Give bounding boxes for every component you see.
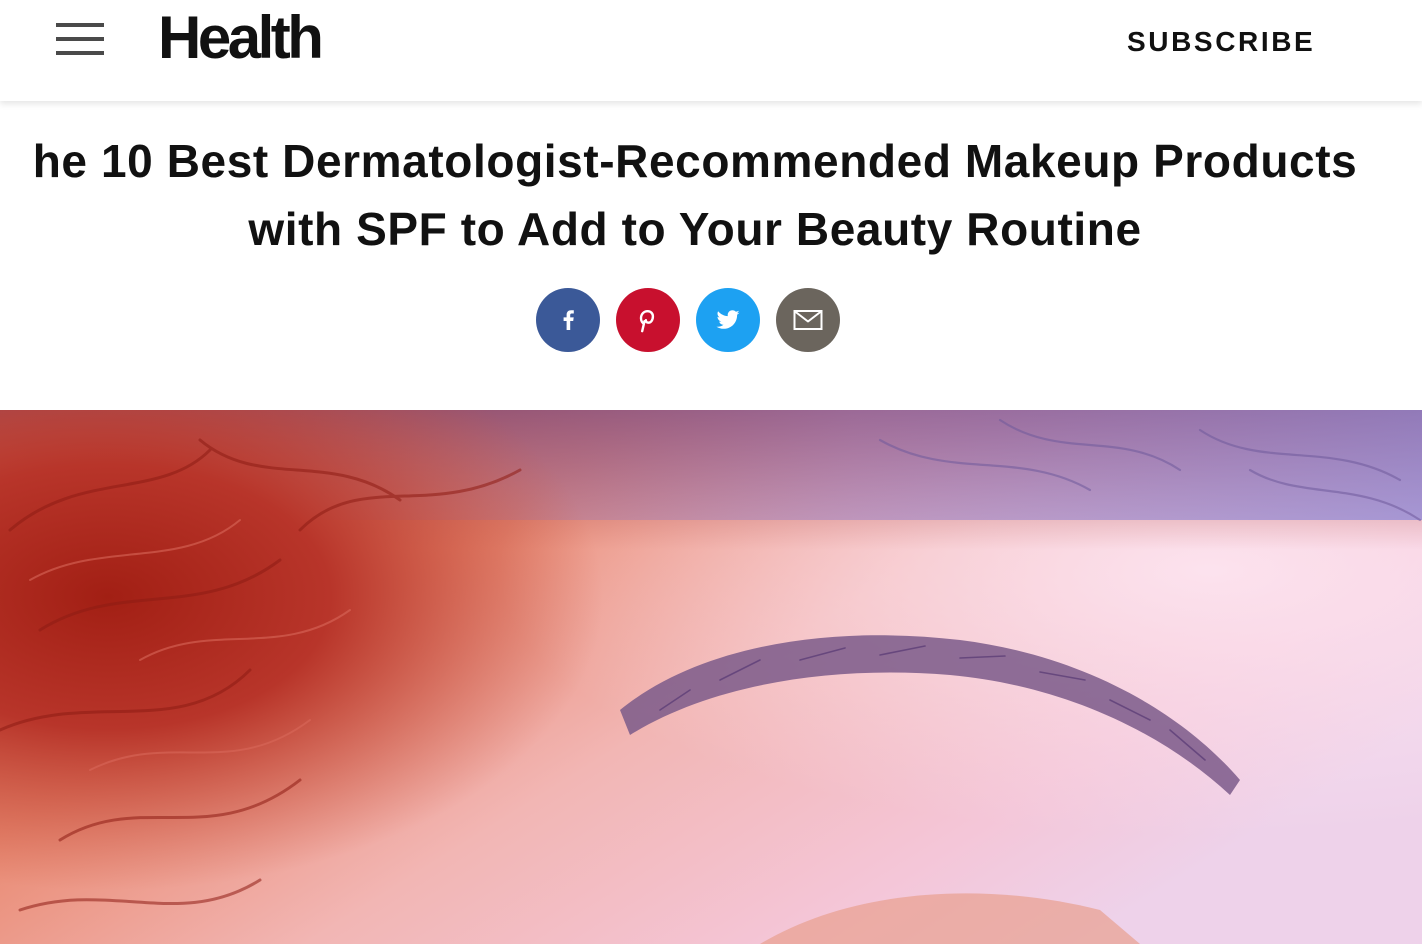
hero-photo: [0, 410, 1422, 944]
facebook-share-button[interactable]: [536, 288, 600, 352]
twitter-icon: [696, 288, 760, 352]
pinterest-share-button[interactable]: [616, 288, 680, 352]
hero-image: [0, 410, 1422, 944]
site-header: Health SUBSCRIBE: [0, 0, 1422, 101]
twitter-share-button[interactable]: [696, 288, 760, 352]
menu-bar: [56, 51, 104, 55]
article-title: he 10 Best Dermatologist-Recommended Mak…: [0, 127, 1409, 263]
menu-bar: [56, 23, 104, 27]
email-icon: [776, 288, 840, 352]
subscribe-button[interactable]: SUBSCRIBE: [1127, 27, 1315, 57]
facebook-icon: [536, 288, 600, 352]
hamburger-menu-icon[interactable]: [56, 23, 104, 55]
email-share-button[interactable]: [776, 288, 840, 352]
site-logo[interactable]: Health: [158, 6, 324, 70]
article-title-line-1: he 10 Best Dermatologist-Recommended Mak…: [32, 135, 1358, 187]
article-title-line-2: with SPF to Add to Your Beauty Routine: [248, 203, 1142, 255]
pinterest-icon: [616, 288, 680, 352]
share-bar: [536, 288, 840, 352]
menu-bar: [56, 37, 104, 41]
